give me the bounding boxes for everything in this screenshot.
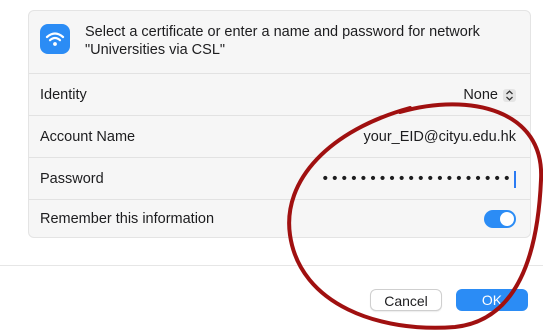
password-row: Password ••••••••••••••••••••: [29, 157, 530, 199]
up-down-chevron-icon: [503, 88, 516, 102]
ok-button[interactable]: OK: [456, 289, 528, 311]
remember-toggle[interactable]: [484, 210, 516, 228]
dialog-message: Select a certificate or enter a name and…: [85, 24, 480, 58]
dialog-header: Select a certificate or enter a name and…: [29, 11, 530, 73]
identity-label: Identity: [40, 87, 87, 103]
credentials-card: Select a certificate or enter a name and…: [28, 10, 531, 238]
identity-row: Identity None: [29, 73, 530, 115]
identity-value: None: [463, 87, 498, 103]
account-name-row: Account Name your_EID@cityu.edu.hk: [29, 115, 530, 157]
cancel-button[interactable]: Cancel: [370, 289, 442, 311]
account-name-label: Account Name: [40, 129, 136, 145]
text-cursor: [514, 170, 516, 188]
remember-row: Remember this information: [29, 199, 530, 237]
password-field[interactable]: ••••••••••••••••••••: [321, 158, 516, 200]
wifi-auth-dialog: Select a certificate or enter a name and…: [0, 0, 543, 331]
password-dots: ••••••••••••••••••••: [320, 171, 512, 187]
footer-divider: [0, 265, 543, 266]
toggle-knob: [500, 212, 514, 226]
password-label: Password: [40, 171, 104, 187]
wifi-icon: [40, 24, 70, 54]
remember-label: Remember this information: [40, 211, 215, 227]
identity-popup[interactable]: None: [463, 74, 516, 116]
account-name-field[interactable]: your_EID@cityu.edu.hk: [363, 116, 516, 158]
